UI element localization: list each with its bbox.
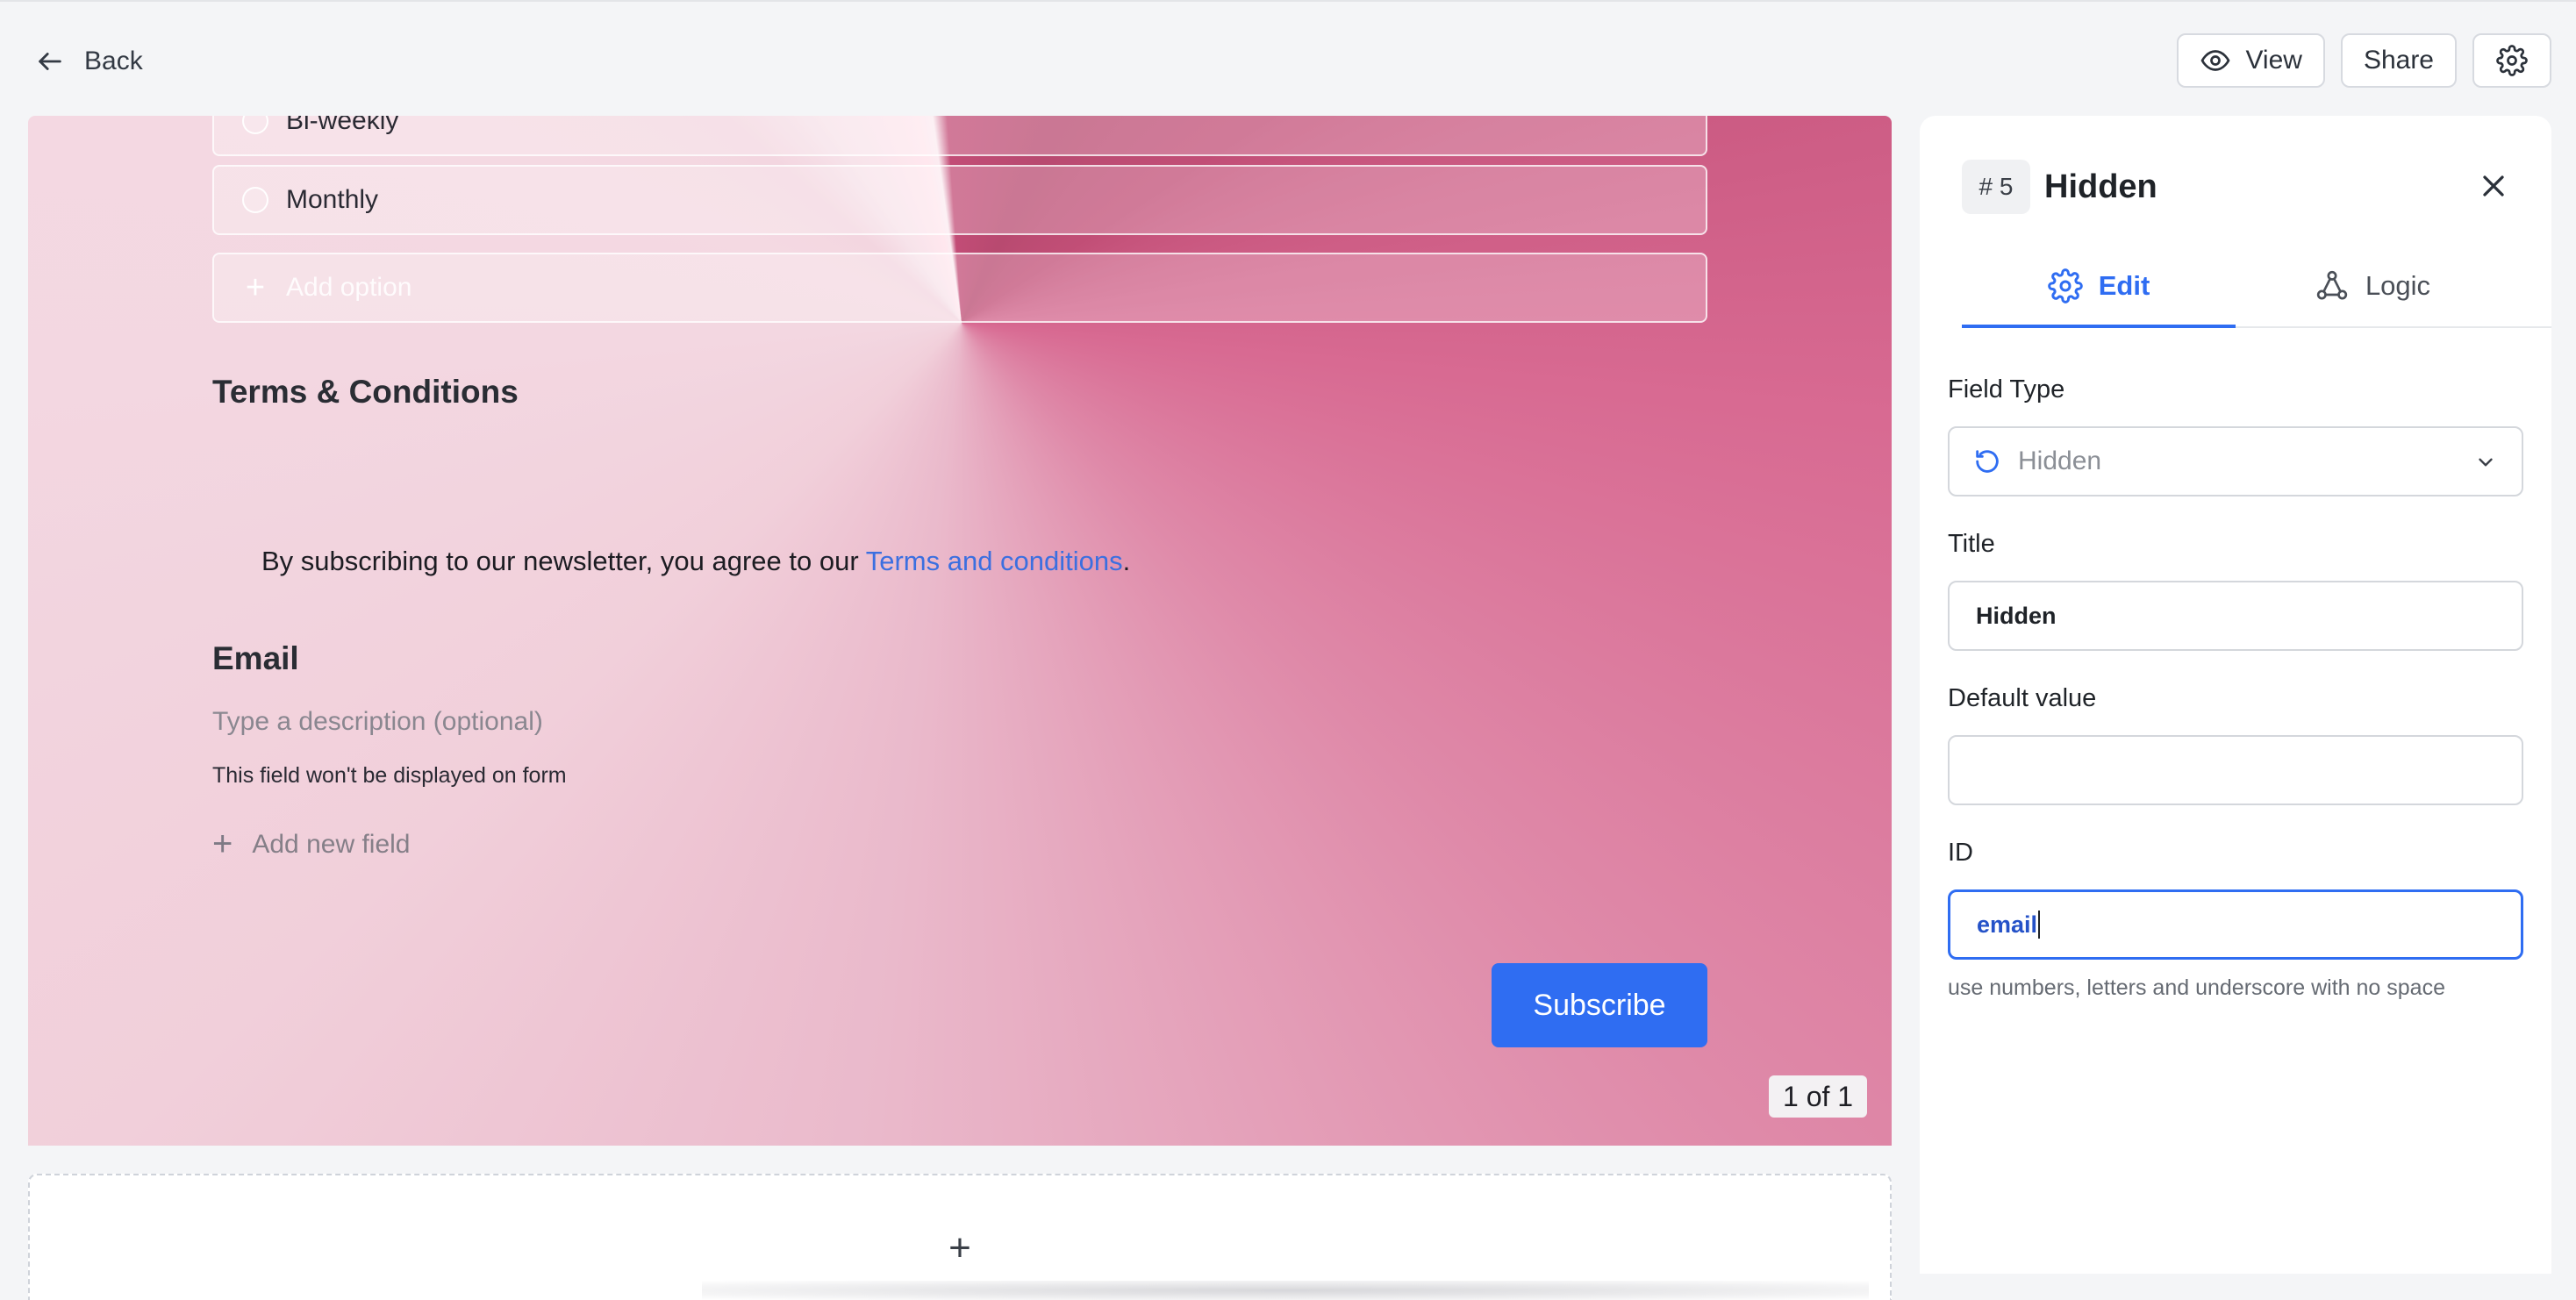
tab-logic[interactable]: Logic — [2236, 246, 2509, 326]
default-value-input[interactable] — [1948, 735, 2523, 805]
eye-icon — [2201, 50, 2230, 71]
back-button[interactable]: Back — [35, 42, 143, 81]
hidden-field-note: This field won't be displayed on form — [212, 763, 567, 788]
gear-icon — [2047, 268, 2083, 304]
gear-icon — [2496, 45, 2528, 76]
top-actions: View Share — [2177, 33, 2551, 88]
panel-title: Hidden — [2044, 168, 2157, 205]
default-value-label: Default value — [1948, 684, 2097, 712]
arrow-left-icon — [39, 53, 61, 70]
form-canvas: Bi-weekly Monthly + Add option Terms & C… — [28, 116, 1892, 1146]
add-option-input[interactable]: + Add option — [212, 253, 1707, 323]
view-label: View — [2245, 46, 2302, 75]
top-bar: Back View Share — [0, 0, 2576, 116]
share-button[interactable]: Share — [2340, 33, 2457, 88]
chevron-down-icon — [2479, 458, 2493, 467]
page-indicator: 1 of 1 — [1769, 1075, 1868, 1118]
id-input[interactable]: email — [1948, 889, 2523, 960]
description-input[interactable]: Type a description (optional) — [212, 707, 543, 737]
field-type-value: Hidden — [2018, 446, 2102, 475]
scroll-shadow — [702, 1281, 1869, 1300]
terms-text-body: By subscribing to our newsletter, you ag… — [261, 546, 866, 576]
field-number-badge: # 5 — [1962, 160, 2030, 214]
option-bi-weekly[interactable]: Bi-weekly — [212, 116, 1707, 156]
panel-tabs: Edit Logic — [1962, 246, 2551, 328]
tab-label: Logic — [2365, 270, 2431, 301]
share-label: Share — [2363, 46, 2434, 75]
tab-edit[interactable]: Edit — [1962, 246, 2236, 328]
field-type-select[interactable]: Hidden — [1948, 426, 2523, 496]
subscribe-button[interactable]: Subscribe — [1492, 963, 1707, 1047]
text-cursor — [2038, 911, 2041, 939]
add-new-field-button[interactable]: + Add new field — [212, 825, 410, 864]
terms-title: Terms & Conditions — [212, 374, 519, 410]
option-monthly[interactable]: Monthly — [212, 165, 1707, 235]
option-label: Monthly — [286, 185, 379, 214]
add-new-field-label: Add new field — [252, 829, 411, 859]
plus-icon: + — [245, 268, 266, 306]
title-input[interactable]: Hidden — [1948, 581, 2523, 651]
terms-text: By subscribing to our newsletter, you ag… — [261, 546, 1130, 577]
terms-link[interactable]: Terms and conditions — [866, 546, 1123, 576]
panel-header: # 5 Hidden — [1962, 160, 2157, 214]
add-option-placeholder: Add option — [286, 273, 412, 302]
refresh-icon — [1976, 450, 1999, 473]
email-field-title[interactable]: Email — [212, 640, 299, 677]
title-label: Title — [1948, 530, 1995, 558]
terms-text-end: . — [1122, 546, 1131, 576]
id-label: ID — [1948, 839, 1973, 867]
field-type-label: Field Type — [1948, 375, 2065, 404]
id-value: email — [1977, 911, 2038, 938]
option-label: Bi-weekly — [286, 116, 399, 135]
field-settings-panel: # 5 Hidden Edit Logic Field Type Hidden … — [1920, 116, 2551, 1274]
radio-circle — [242, 116, 268, 134]
view-button[interactable]: View — [2177, 33, 2325, 88]
close-icon[interactable] — [2476, 168, 2511, 204]
tab-label: Edit — [2098, 270, 2150, 301]
radio-circle — [242, 187, 268, 213]
plus-icon: + — [212, 825, 233, 863]
logic-icon — [2316, 270, 2348, 300]
id-help-text: use numbers, letters and underscore with… — [1948, 975, 2445, 1000]
back-label: Back — [84, 46, 143, 75]
settings-button[interactable] — [2472, 33, 2551, 88]
